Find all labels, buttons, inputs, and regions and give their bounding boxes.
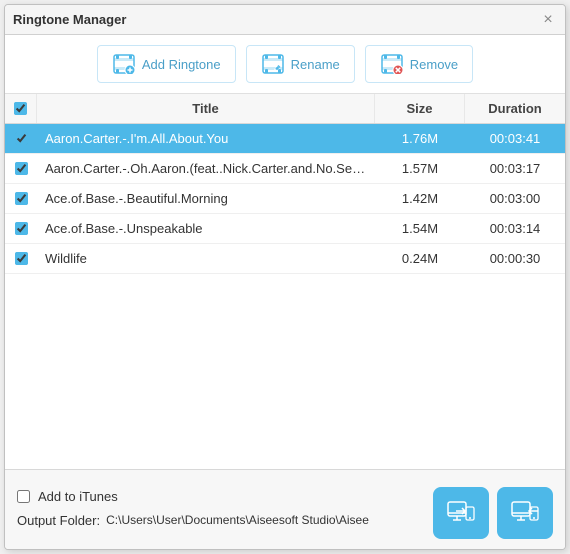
output-folder-label: Output Folder: bbox=[17, 513, 100, 528]
header-title: Title bbox=[37, 94, 375, 123]
rename-icon bbox=[261, 52, 285, 76]
row-duration: 00:03:17 bbox=[465, 154, 565, 183]
row-size: 1.57M bbox=[375, 154, 465, 183]
remove-icon bbox=[380, 52, 404, 76]
header-duration: Duration bbox=[465, 94, 565, 123]
close-button[interactable]: × bbox=[539, 11, 557, 29]
row-title: Wildlife bbox=[37, 244, 375, 273]
row-checkbox-cell bbox=[5, 155, 37, 182]
footer: Add to iTunes Output Folder: C:\Users\Us… bbox=[5, 469, 565, 549]
row-checkbox-cell bbox=[5, 245, 37, 272]
window-title: Ringtone Manager bbox=[13, 12, 126, 27]
table-header: Title Size Duration bbox=[5, 94, 565, 124]
header-checkbox-cell bbox=[5, 94, 37, 123]
row-checkbox[interactable] bbox=[15, 192, 28, 205]
ringtone-table: Title Size Duration Aaron.Carter.-.I'm.A… bbox=[5, 93, 565, 469]
row-duration: 00:03:41 bbox=[465, 124, 565, 153]
row-checkbox[interactable] bbox=[15, 132, 28, 145]
table-body: Aaron.Carter.-.I'm.All.About.You1.76M00:… bbox=[5, 124, 565, 467]
add-ringtone-label: Add Ringtone bbox=[142, 57, 221, 72]
table-row[interactable]: Aaron.Carter.-.I'm.All.About.You1.76M00:… bbox=[5, 124, 565, 154]
computer-to-device-button[interactable] bbox=[497, 487, 553, 539]
rename-button[interactable]: Rename bbox=[246, 45, 355, 83]
row-duration: 00:03:14 bbox=[465, 214, 565, 243]
remove-label: Remove bbox=[410, 57, 458, 72]
table-row[interactable]: Wildlife0.24M00:00:30 bbox=[5, 244, 565, 274]
row-duration: 00:00:30 bbox=[465, 244, 565, 273]
table-row[interactable]: Ace.of.Base.-.Unspeakable1.54M00:03:14 bbox=[5, 214, 565, 244]
device-to-computer-button[interactable] bbox=[433, 487, 489, 539]
row-checkbox[interactable] bbox=[15, 252, 28, 265]
row-checkbox[interactable] bbox=[15, 222, 28, 235]
computer-to-device-icon bbox=[510, 498, 540, 528]
main-window: Ringtone Manager × Add Ringtone bbox=[4, 4, 566, 550]
row-title: Aaron.Carter.-.Oh.Aaron.(feat..Nick.Cart… bbox=[37, 154, 375, 183]
table-row[interactable]: Ace.of.Base.-.Beautiful.Morning1.42M00:0… bbox=[5, 184, 565, 214]
row-size: 1.54M bbox=[375, 214, 465, 243]
table-row[interactable]: Aaron.Carter.-.Oh.Aaron.(feat..Nick.Cart… bbox=[5, 154, 565, 184]
remove-button[interactable]: Remove bbox=[365, 45, 473, 83]
row-checkbox-cell bbox=[5, 185, 37, 212]
device-to-computer-icon bbox=[446, 498, 476, 528]
row-size: 1.76M bbox=[375, 124, 465, 153]
toolbar: Add Ringtone Rename bbox=[5, 35, 565, 93]
select-all-checkbox[interactable] bbox=[14, 102, 27, 115]
row-checkbox-cell bbox=[5, 215, 37, 242]
add-to-itunes-checkbox[interactable] bbox=[17, 490, 30, 503]
row-size: 1.42M bbox=[375, 184, 465, 213]
row-checkbox[interactable] bbox=[15, 162, 28, 175]
add-to-itunes-label: Add to iTunes bbox=[38, 489, 118, 504]
row-duration: 00:03:00 bbox=[465, 184, 565, 213]
row-checkbox-cell bbox=[5, 125, 37, 152]
add-ringtone-icon bbox=[112, 52, 136, 76]
footer-actions bbox=[433, 487, 553, 539]
add-ringtone-button[interactable]: Add Ringtone bbox=[97, 45, 236, 83]
row-title: Ace.of.Base.-.Beautiful.Morning bbox=[37, 184, 375, 213]
row-title: Ace.of.Base.-.Unspeakable bbox=[37, 214, 375, 243]
row-size: 0.24M bbox=[375, 244, 465, 273]
header-size: Size bbox=[375, 94, 465, 123]
title-bar: Ringtone Manager × bbox=[5, 5, 565, 35]
row-title: Aaron.Carter.-.I'm.All.About.You bbox=[37, 124, 375, 153]
rename-label: Rename bbox=[291, 57, 340, 72]
